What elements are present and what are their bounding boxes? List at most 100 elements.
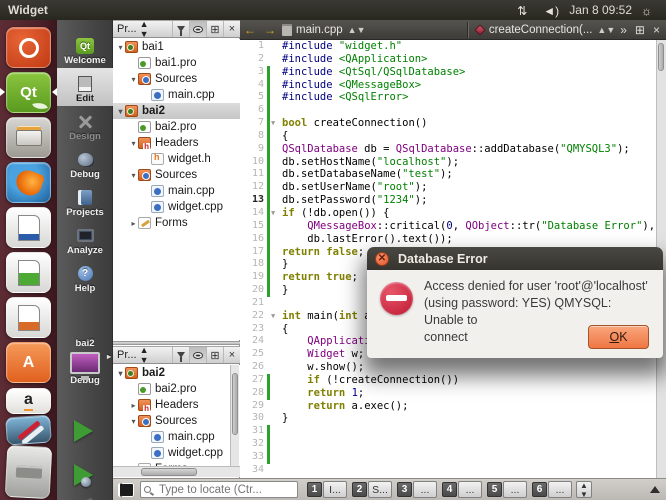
code-line-28[interactable]: 28 return 1; xyxy=(240,387,666,400)
code-line-4[interactable]: 4#include <QMessageBox> xyxy=(240,79,666,92)
tree-item-main-cpp[interactable]: main.cpp xyxy=(113,429,240,445)
output-pane-3[interactable]: 3... xyxy=(397,481,437,498)
tree-item-sources[interactable]: ▾Sources xyxy=(113,71,240,87)
code-line-13[interactable]: 13db.setPassword("1234"); xyxy=(240,194,666,207)
code-line-5[interactable]: 5#include <QSqlError> xyxy=(240,91,666,104)
output-pane-1[interactable]: 1I... xyxy=(307,481,347,498)
dialog-titlebar[interactable]: ✕ Database Error xyxy=(367,247,663,270)
output-pane-2[interactable]: 2S... xyxy=(352,481,392,498)
mode-analyze[interactable]: Analyze xyxy=(57,220,113,258)
launcher-item-dash-home[interactable] xyxy=(6,27,51,68)
tree-item-widget-cpp[interactable]: widget.cpp xyxy=(113,199,240,215)
clock[interactable]: Jan 8 09:52 xyxy=(569,3,632,17)
close-panel-icon[interactable]: × xyxy=(223,347,240,363)
split-panel-icon[interactable]: ⊞ xyxy=(206,21,223,37)
code-line-34[interactable]: 34 xyxy=(240,464,666,477)
code-line-16[interactable]: 16 db.lastError().text()); xyxy=(240,233,666,246)
expanded-arrow-icon[interactable]: ▾ xyxy=(116,107,125,116)
code-line-8[interactable]: 8{ xyxy=(240,130,666,143)
split-panel-icon[interactable]: ⊞ xyxy=(206,347,223,363)
code-line-29[interactable]: 29 return a.exec(); xyxy=(240,400,666,413)
symbol-dropdown[interactable]: createConnection(... ▲▼ xyxy=(489,24,620,36)
filter-icon[interactable] xyxy=(172,347,189,363)
output-pane-4[interactable]: 4... xyxy=(442,481,482,498)
panel-combo-arrows-icon[interactable]: ▲▼ xyxy=(140,345,149,365)
tree-item-bai2-pro[interactable]: bai2.pro xyxy=(113,119,240,135)
expanded-arrow-icon[interactable]: ▾ xyxy=(116,43,125,52)
sync-with-editor-icon[interactable] xyxy=(189,347,206,363)
target-flyout-arrow[interactable]: ▸ xyxy=(107,352,111,361)
mode-edit[interactable]: Edit xyxy=(57,68,113,106)
code-line-12[interactable]: 12db.setUserName("root"); xyxy=(240,181,666,194)
expanded-arrow-icon[interactable]: ▾ xyxy=(129,75,138,84)
maximize-output-icon[interactable] xyxy=(650,486,660,493)
session-gear-icon[interactable]: ☼ xyxy=(641,4,654,16)
code-line-1[interactable]: 1#include "widget.h" xyxy=(240,40,666,53)
output-pane-6[interactable]: 6... xyxy=(532,481,572,498)
mode-welcome[interactable]: QtWelcome xyxy=(57,30,113,68)
tree-item-bai1[interactable]: ▾bai1 xyxy=(113,39,240,55)
code-line-9[interactable]: 9QSqlDatabase db = QSqlDatabase::addData… xyxy=(240,143,666,156)
locator-input[interactable] xyxy=(140,481,298,498)
expanded-arrow-icon[interactable]: ▾ xyxy=(129,171,138,180)
launcher-item-libreoffice-writer[interactable] xyxy=(6,207,51,248)
tree-item-widget-cpp[interactable]: widget.cpp xyxy=(113,445,240,461)
launcher-item-libreoffice-impress[interactable] xyxy=(6,297,51,338)
panel-title[interactable]: Pr... xyxy=(117,23,137,35)
expanded-arrow-icon[interactable]: ▾ xyxy=(129,417,138,426)
go-forward-icon[interactable]: → xyxy=(264,23,276,37)
panel-splitter[interactable] xyxy=(113,341,240,345)
output-pane-spinner[interactable]: ▲▼ xyxy=(576,481,592,498)
split-editor-icon[interactable]: ⊞ xyxy=(635,23,645,37)
launcher-item-software-center[interactable]: A xyxy=(6,342,51,383)
tree-item-bai2[interactable]: ▾bai2 xyxy=(113,365,240,381)
tree-item-main-cpp[interactable]: main.cpp xyxy=(113,183,240,199)
collapsed-arrow-icon[interactable]: ▸ xyxy=(129,219,138,228)
code-line-11[interactable]: 11db.setDatabaseName("test"); xyxy=(240,168,666,181)
tree-item-main-cpp[interactable]: main.cpp xyxy=(113,87,240,103)
code-line-10[interactable]: 10db.setHostName("localhost"); xyxy=(240,156,666,169)
expanded-arrow-icon[interactable]: ▾ xyxy=(129,139,138,148)
code-line-30[interactable]: 30} xyxy=(240,412,666,425)
tree-item-sources[interactable]: ▾Sources xyxy=(113,413,240,429)
code-line-3[interactable]: 3#include <QtSql/QSqlDatabase> xyxy=(240,66,666,79)
code-line-6[interactable]: 6 xyxy=(240,104,666,117)
code-line-2[interactable]: 2#include <QApplication> xyxy=(240,53,666,66)
launcher-item-firefox[interactable] xyxy=(6,162,51,203)
tree-item-forms[interactable]: ▸Forms xyxy=(113,215,240,231)
fold-marker-icon[interactable]: ▼ xyxy=(271,117,281,130)
launcher-item-file-manager[interactable] xyxy=(6,117,51,158)
sync-with-editor-icon[interactable] xyxy=(189,21,206,37)
code-line-32[interactable]: 32 xyxy=(240,438,666,451)
tree-item-headers[interactable]: ▾Headers xyxy=(113,135,240,151)
panel-title[interactable]: Pr... xyxy=(117,349,137,361)
run-button[interactable] xyxy=(74,420,93,442)
fold-marker-icon[interactable]: ▼ xyxy=(271,207,281,220)
go-back-icon[interactable]: ← xyxy=(244,23,256,37)
dialog-close-icon[interactable]: ✕ xyxy=(375,252,389,266)
code-line-7[interactable]: 7▼bool createConnection() xyxy=(240,117,666,130)
code-line-26[interactable]: 26 w.show(); xyxy=(240,361,666,374)
tree-item-sources[interactable]: ▾Sources xyxy=(113,167,240,183)
code-line-14[interactable]: 14▼if (!db.open()) { xyxy=(240,207,666,220)
open-file-dropdown[interactable]: main.cpp ▲▼ xyxy=(296,24,371,36)
launcher-item-mysql-workbench[interactable] xyxy=(5,414,52,445)
filter-icon[interactable] xyxy=(172,21,189,37)
volume-icon[interactable]: ◄) xyxy=(543,4,556,16)
code-line-31[interactable]: 31 xyxy=(240,425,666,438)
mode-help[interactable]: ?Help xyxy=(57,258,113,296)
build-target-selector[interactable]: bai2 ▸ Debug xyxy=(57,338,113,386)
expanded-arrow-icon[interactable]: ▾ xyxy=(116,369,125,378)
output-pane-5[interactable]: 5... xyxy=(487,481,527,498)
code-line-15[interactable]: 15 QMessageBox::critical(0, QObject::tr(… xyxy=(240,220,666,233)
close-panel-icon[interactable]: × xyxy=(223,21,240,37)
collapsed-arrow-icon[interactable]: ▸ xyxy=(129,401,138,410)
code-line-27[interactable]: 27 if (!createConnection()) xyxy=(240,374,666,387)
launcher-item-printers[interactable] xyxy=(5,445,53,499)
code-line-33[interactable]: 33 xyxy=(240,451,666,464)
tree-item-widget-h[interactable]: widget.h xyxy=(113,151,240,167)
tree-item-bai2-pro[interactable]: bai2.pro xyxy=(113,381,240,397)
mode-projects[interactable]: Projects xyxy=(57,182,113,220)
tree-item-bai2[interactable]: ▾bai2 xyxy=(113,103,240,119)
panel-combo-arrows-icon[interactable]: ▲▼ xyxy=(140,19,149,39)
